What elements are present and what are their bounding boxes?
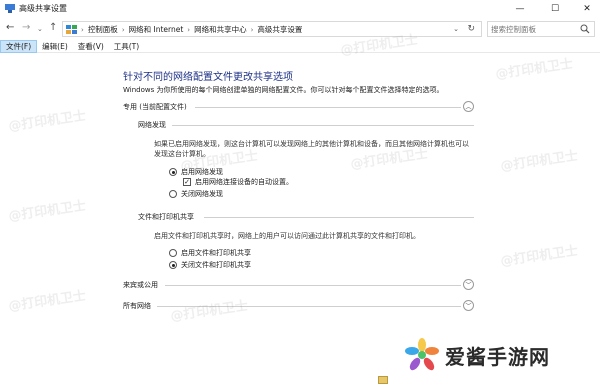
divider [165,285,461,286]
collapse-private-icon[interactable]: ︿ [463,101,474,112]
radio-disable-discovery-label: 关闭网络发现 [181,190,223,198]
menu-bar: 文件(F) 编辑(E) 查看(V) 工具(T) [0,39,600,53]
control-panel-icon [66,25,77,34]
refresh-button[interactable]: ↻ [467,24,475,34]
radio-enable-sharing-label: 启用文件和打印机共享 [181,249,251,257]
breadcrumb-separator: › [187,25,191,34]
radio-enable-sharing[interactable]: 启用文件和打印机共享 [169,248,251,258]
forward-button[interactable]: → [22,22,30,33]
radio-disable-sharing-label: 关闭文件和打印机共享 [181,261,251,269]
page-title: 针对不同的网络配置文件更改共享选项 [123,72,293,83]
minimize-button[interactable]: — [505,0,535,18]
address-dropdown-button[interactable]: ⌄ [453,25,459,33]
radio-button[interactable] [169,190,177,198]
section-private-label[interactable]: 专用 (当前配置文件) [123,102,187,112]
expand-all-networks-icon[interactable]: ﹀ [463,300,474,311]
network-discovery-label: 网络发现 [138,121,166,129]
radio-button[interactable] [169,261,177,269]
address-bar[interactable]: › 控制面板 › 网络和 Internet › 网络和共享中心 › 高级共享设置… [62,21,482,37]
menu-edit[interactable]: 编辑(E) [37,40,73,53]
breadcrumb-separator: › [81,25,84,34]
shield-icon [378,376,388,384]
breadcrumb-advanced-sharing[interactable]: 高级共享设置 [257,24,302,35]
site-logo: 爱酱手游网 [405,338,550,372]
up-button[interactable]: ↑ [49,22,57,33]
breadcrumb-network-internet[interactable]: 网络和 Internet [129,24,184,35]
menu-file[interactable]: 文件(F) [0,39,38,53]
page-description: Windows 为你所使用的每个网络创建单独的网络配置文件。你可以针对每个配置文… [123,86,444,94]
search-input[interactable] [491,23,577,35]
breadcrumb-separator: › [250,25,254,34]
section-guest-public-label[interactable]: 来宾或公用 [123,280,158,290]
search-icon[interactable] [580,24,590,34]
radio-disable-discovery[interactable]: 关闭网络发现 [169,189,223,199]
flower-logo-icon [405,338,439,371]
checkbox-auto-setup-label: 启用网络连接设备的自动设置。 [195,178,293,186]
file-printer-sharing-description: 启用文件和打印机共享时，网络上的用户可以访问通过此计算机共享的文件和打印机。 [154,232,420,240]
file-printer-sharing-label: 文件和打印机共享 [138,213,194,221]
menu-view[interactable]: 查看(V) [73,40,109,53]
back-button[interactable]: ← [6,22,14,33]
address-row: ← → ⌄ ↑ › 控制面板 › 网络和 Internet › 网络和共享中心 … [0,18,600,40]
divider [204,217,474,218]
breadcrumb-separator: › [121,25,125,34]
search-box[interactable] [487,21,595,37]
window-title: 高级共享设置 [19,4,67,13]
checkbox-auto-setup[interactable]: ✓ 启用网络连接设备的自动设置。 [183,177,293,187]
section-all-networks-label[interactable]: 所有网络 [123,301,151,311]
main-content: 针对不同的网络配置文件更改共享选项 Windows 为你所使用的每个网络创建单独… [0,54,600,385]
title-bar: 高级共享设置 — ☐ ✕ [0,0,600,18]
radio-button[interactable] [169,168,177,176]
expand-guest-icon[interactable]: ﹀ [463,279,474,290]
breadcrumb-network-sharing-center[interactable]: 网络和共享中心 [194,24,247,35]
menu-tools[interactable]: 工具(T) [109,40,144,53]
logo-text: 爱酱手游网 [445,344,550,369]
divider [195,107,461,108]
checkmark-icon[interactable]: ✓ [183,178,191,186]
network-sharing-icon [5,4,15,13]
close-button[interactable]: ✕ [572,0,600,18]
radio-disable-sharing[interactable]: 关闭文件和打印机共享 [169,260,251,270]
breadcrumb: › 控制面板 › 网络和 Internet › 网络和共享中心 › 高级共享设置 [81,24,302,35]
recent-locations-button[interactable]: ⌄ [37,25,43,33]
divider [172,125,474,126]
maximize-button[interactable]: ☐ [540,0,570,18]
breadcrumb-control-panel[interactable]: 控制面板 [88,24,118,35]
radio-button[interactable] [169,249,177,257]
